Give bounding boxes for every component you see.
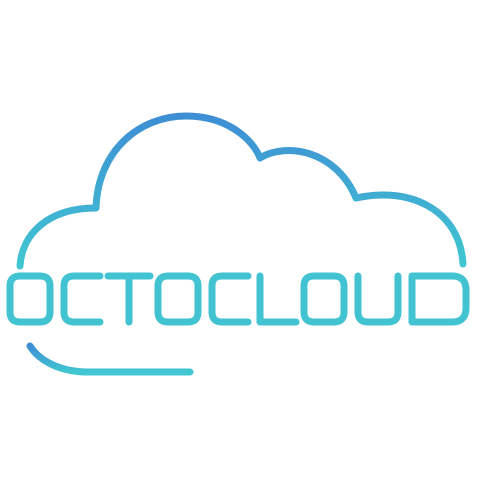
wordmark-letter-l — [256, 272, 300, 326]
wordmark-letter-o1 — [6, 272, 54, 326]
wordmark-letter-o2 — [154, 272, 202, 326]
wordmark-letter-t — [104, 272, 154, 326]
cloud-bottom-arc — [26, 342, 194, 376]
wordmark-letter-c2 — [208, 272, 252, 326]
octocloud-logo-graphic — [6, 112, 470, 376]
octocloud-logo: OCTOCLOUD — [0, 0, 487, 487]
logo-wordmark — [6, 272, 470, 326]
cloud-outline-icon — [16, 112, 467, 376]
wordmark-letter-d — [408, 272, 470, 326]
wordmark-letter-o3 — [300, 272, 348, 326]
wordmark-letter-c1 — [60, 272, 104, 326]
wordmark-letter-u — [354, 272, 402, 326]
cloud-top-arc — [16, 112, 467, 270]
